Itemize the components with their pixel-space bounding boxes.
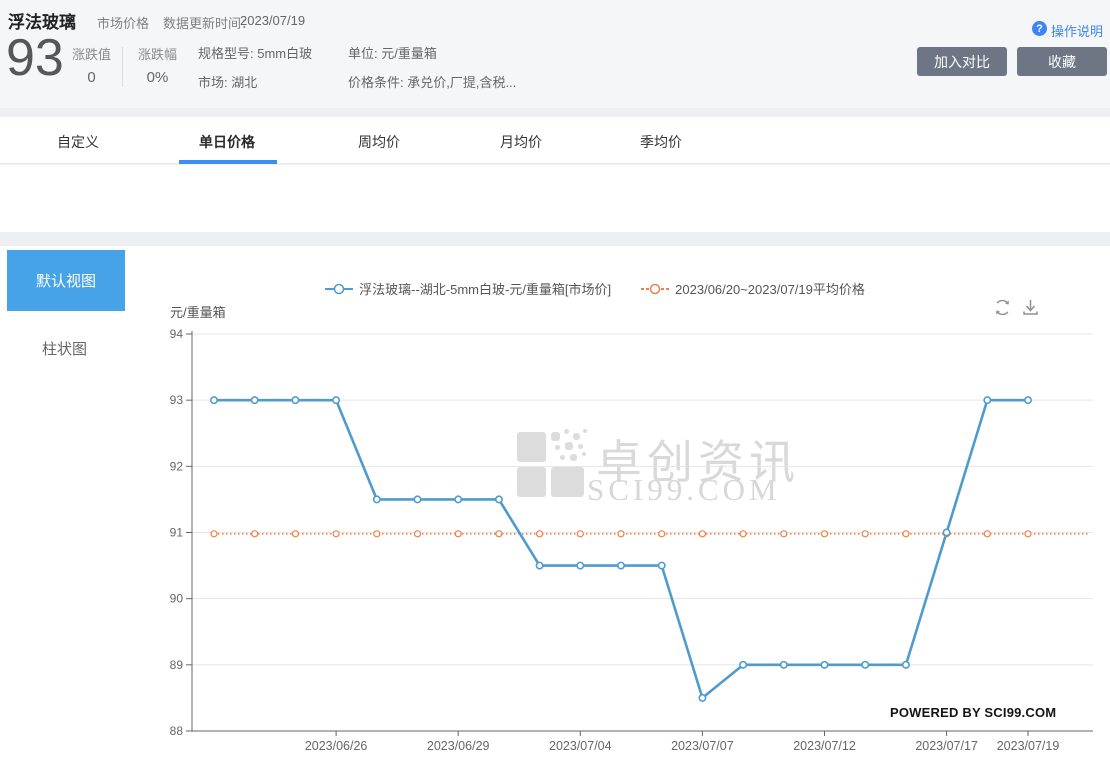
category-label: 市场价格 <box>97 13 149 32</box>
svg-text:90: 90 <box>170 592 184 606</box>
condition-info: 价格条件: 承兑价,厂提,含税... <box>348 72 516 91</box>
change-pct-label: 涨跌幅 <box>138 44 177 63</box>
svg-text:88: 88 <box>170 724 184 738</box>
spec-info: 规格型号: 5mm白玻 <box>198 43 312 62</box>
tabs-bar: 自定义 单日价格 周均价 月均价 季均价 <box>0 117 1110 164</box>
svg-text:93: 93 <box>170 393 184 407</box>
svg-text:92: 92 <box>170 459 184 473</box>
page-header: 浮法玻璃 市场价格 数据更新时间： 2023/07/19 93 涨跌值 0 涨跌… <box>0 0 1110 108</box>
svg-text:94: 94 <box>170 327 184 341</box>
tab-custom[interactable]: 自定义 <box>57 132 99 152</box>
filter-bar: 时间周期 1个月 3个月 1年 2023/06/20 至 2023/07/20 … <box>0 165 1110 232</box>
svg-text:2023/07/07: 2023/07/07 <box>671 739 734 753</box>
price-line-chart: 88 89 90 91 92 93 94 2023/06/26 2023/06/29 2023/0… <box>0 246 1110 773</box>
svg-text:2023/07/12: 2023/07/12 <box>793 739 856 753</box>
tab-daily-price[interactable]: 单日价格 <box>199 132 255 152</box>
svg-text:89: 89 <box>170 658 184 672</box>
svg-text:2023/06/26: 2023/06/26 <box>305 739 368 753</box>
svg-text:2023/07/19: 2023/07/19 <box>997 739 1060 753</box>
help-link[interactable]: 操作说明 <box>1051 21 1103 40</box>
svg-text:2023/07/17: 2023/07/17 <box>915 739 978 753</box>
current-price: 93 <box>6 32 64 84</box>
unit-info: 单位: 元/重量箱 <box>348 43 437 62</box>
change-pct: 0% <box>138 69 177 86</box>
chart-panel: 默认视图 柱状图 浮法玻璃--湖北-5mm白玻-元/重量箱[市场价] 2023/… <box>0 246 1110 773</box>
svg-text:2023/07/04: 2023/07/04 <box>549 739 612 753</box>
tab-quarterly-avg[interactable]: 季均价 <box>640 132 682 152</box>
tab-monthly-avg[interactable]: 月均价 <box>500 132 542 152</box>
svg-text:2023/06/29: 2023/06/29 <box>427 739 490 753</box>
update-time-value: 2023/07/19 <box>240 13 305 28</box>
add-compare-button[interactable]: 加入对比 <box>917 47 1007 76</box>
svg-text:91: 91 <box>170 526 184 540</box>
change-value: 0 <box>72 69 111 86</box>
market-info: 市场: 湖北 <box>198 72 257 91</box>
divider <box>122 47 123 87</box>
tab-weekly-avg[interactable]: 周均价 <box>358 132 400 152</box>
active-tab-underline <box>179 160 277 164</box>
question-icon[interactable]: ? <box>1032 21 1047 36</box>
change-value-label: 涨跌值 <box>72 44 111 63</box>
favorite-button[interactable]: 收藏 <box>1017 47 1107 76</box>
